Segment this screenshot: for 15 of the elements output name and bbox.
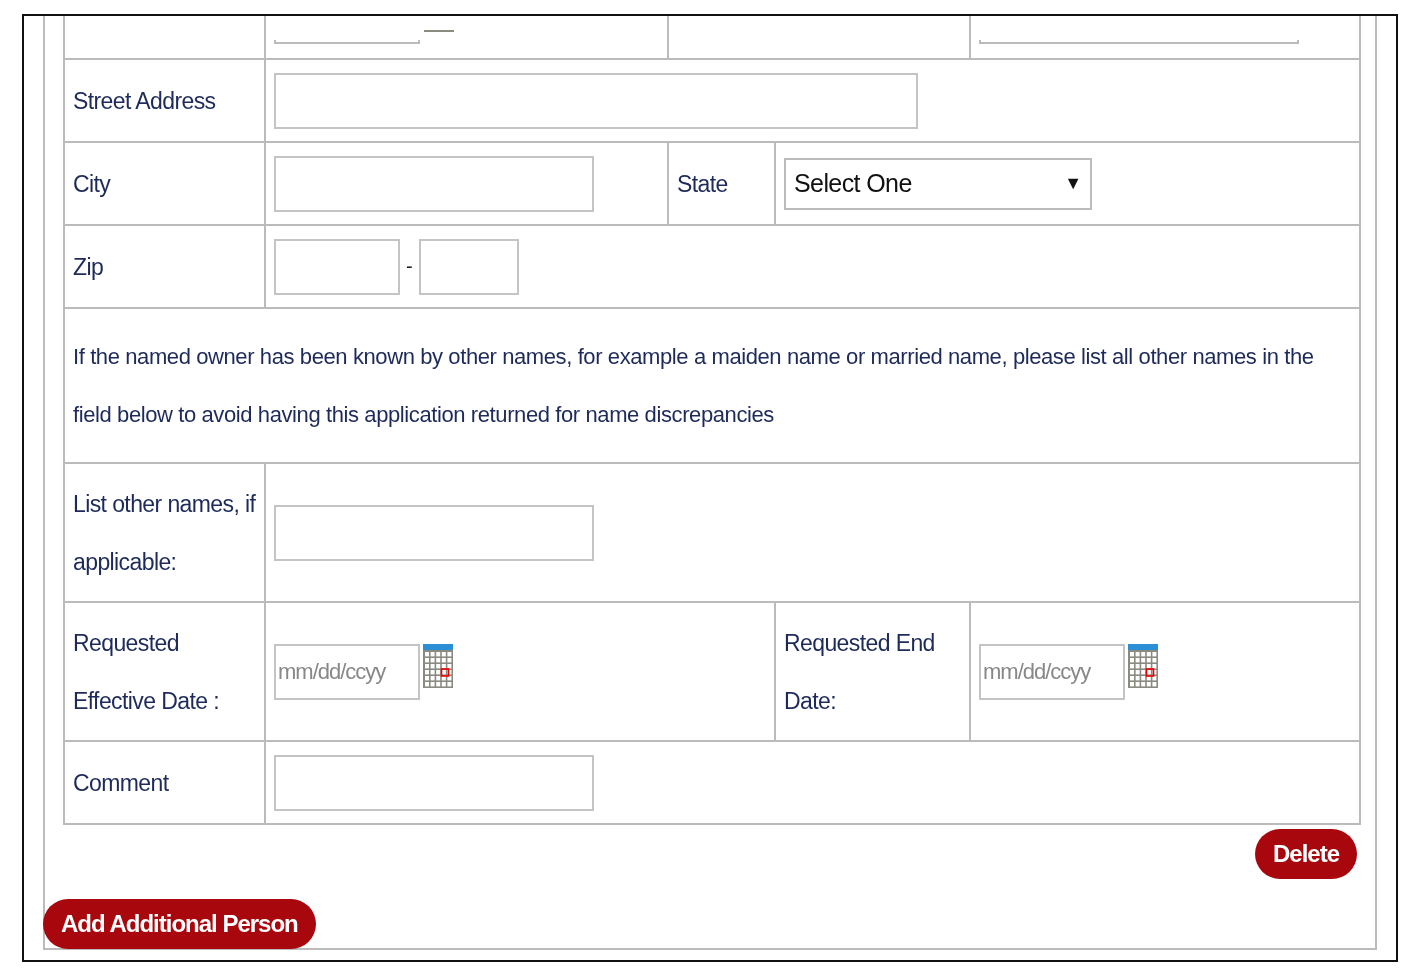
delete-button[interactable]: Delete — [1254, 829, 1357, 879]
field-label: List other names, if applicable: — [73, 490, 256, 575]
zip-separator: - — [406, 255, 413, 278]
instruction-text: If the named owner has been known by other names, for example a maiden name or married name, please list all other names in the field below to avoid having this application returned for name discrepancies — [73, 342, 1315, 429]
state-dropdown[interactable]: Select One ▼ — [784, 157, 1092, 210]
field-label: Requested Effective Date : — [73, 629, 219, 714]
field-label: State — [677, 170, 728, 197]
date-field[interactable]: mm/dd/ccyy — [274, 643, 420, 700]
add-person-button[interactable]: Add Additional Person — [43, 899, 316, 949]
field-label: Zip — [73, 253, 104, 280]
date-field[interactable]: mm/dd/ccyy — [979, 643, 1125, 700]
field-label: Requested End Date: — [784, 629, 935, 714]
field-label: Street Address — [73, 87, 216, 114]
field-label: City — [73, 170, 111, 197]
field-label: Comment — [73, 769, 169, 796]
